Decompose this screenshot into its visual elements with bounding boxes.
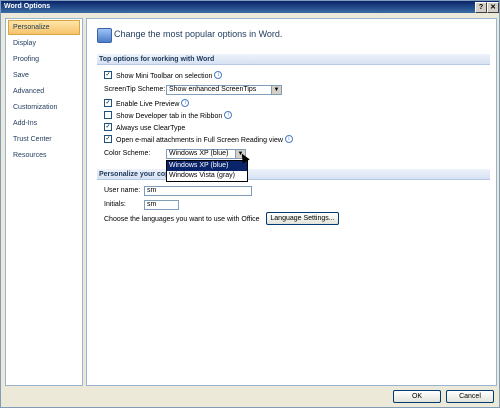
help-button[interactable]: ? — [475, 2, 487, 13]
initials-row: Initials: — [104, 201, 126, 208]
sidebar-item-save[interactable]: Save — [6, 68, 82, 84]
always-cleartype-label: Always use ClearType — [116, 124, 186, 132]
cancel-button[interactable]: Cancel — [446, 390, 494, 403]
color-option-windows-xp-blue[interactable]: Windows XP (blue) — [167, 161, 247, 171]
open-email-checkbox[interactable]: ✓ — [104, 135, 112, 143]
open-email-label: Open e-mail attachments in Full Screen R… — [116, 136, 283, 144]
color-option-windows-vista-gray[interactable]: Windows Vista (gray) — [167, 171, 247, 181]
show-mini-toolbar-row: ✓ Show Mini Toolbar on selection i — [104, 71, 223, 80]
open-email-row: ✓ Open e-mail attachments in Full Screen … — [104, 135, 293, 144]
show-mini-toolbar-label: Show Mini Toolbar on selection — [116, 72, 213, 80]
close-button[interactable]: ✕ — [487, 2, 499, 13]
screentip-label: ScreenTip Scheme: — [104, 86, 166, 93]
show-mini-toolbar-checkbox[interactable]: ✓ — [104, 71, 112, 79]
sidebar-item-personalize[interactable]: Personalize — [8, 20, 80, 35]
screentip-select[interactable]: Show enhanced ScreenTips ▼ — [166, 85, 282, 95]
sidebar-item-proofing[interactable]: Proofing — [6, 52, 82, 68]
ok-button[interactable]: OK — [393, 390, 441, 403]
sidebar-item-label: Personalize — [13, 24, 50, 31]
section-personalize-copy: Personalize your copy — [97, 169, 490, 180]
sidebar-item-label: Advanced — [13, 88, 45, 95]
enable-live-preview-label: Enable Live Preview — [116, 100, 180, 108]
window-title: Word Options — [4, 3, 51, 10]
always-cleartype-checkbox[interactable]: ✓ — [104, 123, 112, 131]
sidebar-item-trust-center[interactable]: Trust Center — [6, 132, 82, 148]
show-developer-tab-row: Show Developer tab in the Ribbon i — [104, 111, 233, 120]
show-developer-tab-label: Show Developer tab in the Ribbon — [116, 112, 223, 120]
sidebar-item-label: Add-Ins — [13, 120, 38, 127]
section-top-options: Top options for working with Word — [97, 54, 490, 65]
username-row: User name: — [104, 187, 140, 194]
username-input[interactable]: sm — [144, 186, 252, 196]
enable-live-preview-row: ✓ Enable Live Preview i — [104, 99, 190, 108]
screentip-row: ScreenTip Scheme: — [104, 86, 165, 93]
sidebar-item-label: Proofing — [13, 56, 40, 63]
languages-row: Choose the languages you want to use wit… — [104, 216, 260, 223]
title-bar: Word Options ? ✕ — [1, 1, 499, 13]
sidebar-item-label: Resources — [13, 152, 47, 159]
language-settings-button[interactable]: Language Settings... — [266, 212, 339, 225]
sidebar-item-customization[interactable]: Customization — [6, 100, 82, 116]
username-label: User name: — [104, 187, 141, 194]
sidebar: Personalize Display Proofing Save Advanc… — [5, 18, 83, 386]
sidebar-item-add-ins[interactable]: Add-Ins — [6, 116, 82, 132]
color-scheme-row: Color Scheme: — [104, 150, 150, 157]
sidebar-item-label: Trust Center — [13, 136, 52, 143]
sidebar-item-label: Customization — [13, 104, 58, 111]
initials-label: Initials: — [104, 201, 126, 208]
info-icon: i — [284, 135, 293, 143]
enable-live-preview-checkbox[interactable]: ✓ — [104, 99, 112, 107]
screentip-value: Show enhanced ScreenTips — [169, 86, 257, 93]
color-scheme-label: Color Scheme: — [104, 150, 151, 157]
show-developer-tab-checkbox[interactable] — [104, 111, 112, 119]
header-text: Change the most popular options in Word. — [114, 29, 283, 39]
languages-text: Choose the languages you want to use wit… — [104, 216, 260, 223]
color-scheme-value: Windows XP (blue) — [169, 150, 229, 157]
personalize-icon — [97, 28, 112, 43]
chevron-down-icon: ▼ — [271, 86, 281, 94]
sidebar-item-advanced[interactable]: Advanced — [6, 84, 82, 100]
info-icon: i — [181, 99, 190, 107]
content-panel: Change the most popular options in Word.… — [86, 18, 497, 386]
header-band: Change the most popular options in Word. — [87, 19, 496, 53]
sidebar-item-label: Save — [13, 72, 29, 79]
sidebar-item-resources[interactable]: Resources — [6, 148, 82, 164]
color-scheme-dropdown: Windows XP (blue) Windows Vista (gray) — [166, 160, 248, 182]
word-options-window: Word Options ? ✕ Personalize Display Pro… — [0, 0, 500, 408]
sidebar-item-label: Display — [13, 40, 36, 47]
color-scheme-select[interactable]: Windows XP (blue) ▼ — [166, 149, 246, 159]
always-cleartype-row: ✓ Always use ClearType — [104, 123, 186, 132]
sidebar-item-display[interactable]: Display — [6, 36, 82, 52]
info-icon: i — [214, 71, 223, 79]
initials-input[interactable]: sm — [144, 200, 179, 210]
info-icon: i — [224, 111, 233, 119]
